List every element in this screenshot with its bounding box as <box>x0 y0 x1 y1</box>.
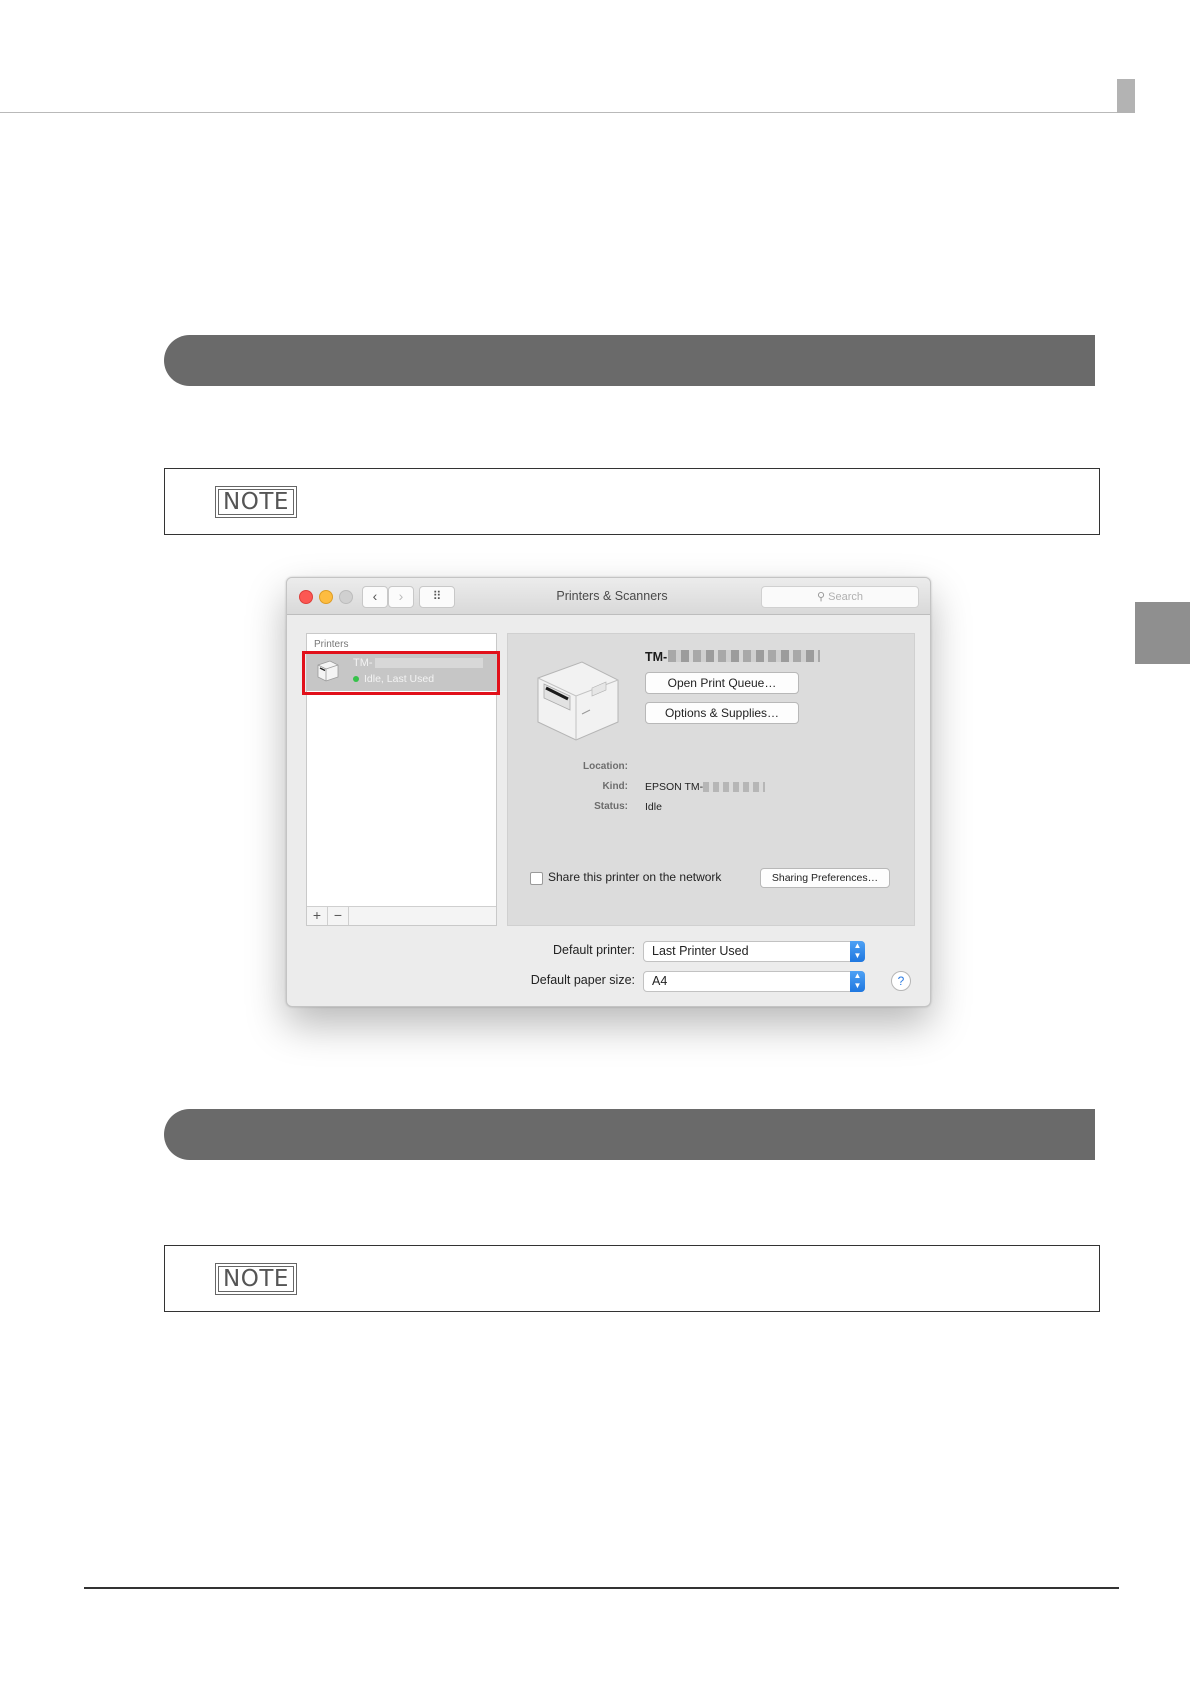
help-button[interactable]: ? <box>891 971 911 991</box>
printer-list-header: Printers <box>314 639 349 650</box>
header-rule <box>0 112 1135 113</box>
window-titlebar: ‹ › ⠿ Printers & Scanners ⚲ Search <box>287 578 930 615</box>
status-value: Idle <box>645 801 662 813</box>
search-icon: ⚲ <box>817 591 826 603</box>
printer-image-icon <box>537 661 619 741</box>
default-printer-select[interactable]: Last Printer Used ▲ ▼ <box>643 941 865 962</box>
note-box-2: NOTE <box>164 1245 1100 1312</box>
search-input[interactable]: ⚲ Search <box>761 586 919 608</box>
search-placeholder: Search <box>828 591 863 603</box>
chapter-side-tab <box>1135 602 1190 664</box>
section-heading-bar-1 <box>164 335 1095 386</box>
header-tab-marker <box>1117 79 1135 113</box>
kind-label: Kind: <box>602 781 628 792</box>
location-label: Location: <box>583 761 628 772</box>
share-printer-checkbox[interactable] <box>530 872 543 885</box>
printer-list-footer: + − <box>307 906 496 925</box>
close-button[interactable] <box>299 590 313 604</box>
note-box-1: NOTE <box>164 468 1100 535</box>
kind-value: EPSON TM- <box>645 781 766 793</box>
status-label: Status: <box>594 801 628 812</box>
window-title: Printers & Scanners <box>556 589 668 603</box>
chevron-updown-icon: ▲ ▼ <box>850 971 865 992</box>
sharing-preferences-button[interactable]: Sharing Preferences… <box>760 868 890 888</box>
default-paper-size-select[interactable]: A4 ▲ ▼ <box>643 971 865 992</box>
options-supplies-button[interactable]: Options & Supplies… <box>645 702 799 724</box>
open-print-queue-button[interactable]: Open Print Queue… <box>645 672 799 694</box>
chevron-updown-icon: ▲ ▼ <box>850 941 865 962</box>
note-label: NOTE <box>215 486 297 518</box>
add-printer-button[interactable]: + <box>307 907 328 925</box>
printer-name: TM- <box>645 650 821 664</box>
note-label: NOTE <box>215 1263 297 1295</box>
printers-scanners-window: ‹ › ⠿ Printers & Scanners ⚲ Search Print… <box>286 577 931 1007</box>
back-button[interactable]: ‹ <box>362 586 388 608</box>
selection-highlight-frame <box>302 651 500 695</box>
default-paper-size-value: A4 <box>652 974 668 988</box>
forward-button[interactable]: › <box>388 586 414 608</box>
printer-detail-panel: TM- Open Print Queue… Options & Supplies… <box>507 633 915 926</box>
remove-printer-button[interactable]: − <box>328 907 349 925</box>
section-heading-bar-2 <box>164 1109 1095 1160</box>
share-printer-label[interactable]: Share this printer on the network <box>548 870 721 884</box>
minimize-button[interactable] <box>319 590 333 604</box>
default-printer-value: Last Printer Used <box>652 944 749 958</box>
show-all-grid-icon[interactable]: ⠿ <box>419 586 455 608</box>
default-paper-size-label: Default paper size: <box>530 973 635 987</box>
footer-rule <box>84 1587 1119 1589</box>
zoom-button[interactable] <box>339 590 353 604</box>
default-printer-label: Default printer: <box>553 943 635 957</box>
